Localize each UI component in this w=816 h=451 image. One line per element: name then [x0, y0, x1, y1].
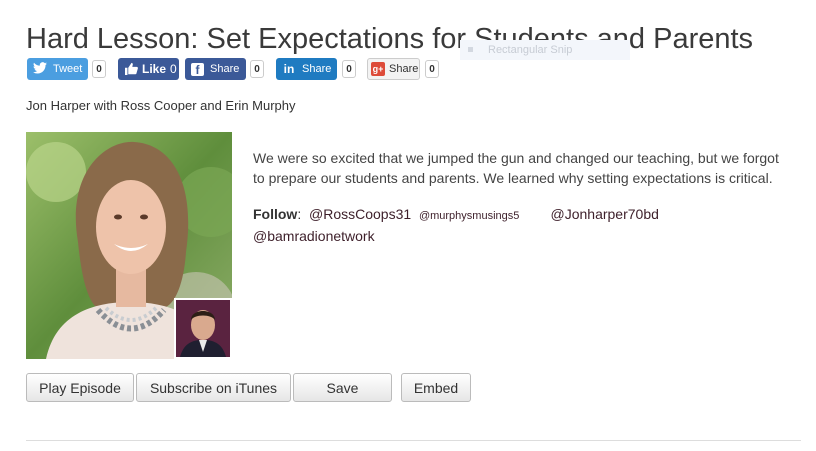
google-share-button[interactable]: g+ Share: [367, 58, 420, 80]
like-count: 0: [170, 62, 177, 76]
google-plus-icon: g+: [371, 62, 385, 76]
google-share-count: 0: [425, 60, 439, 78]
snip-icon: [468, 47, 473, 52]
facebook-like-button[interactable]: Like 0: [118, 58, 179, 80]
twitter-handle-link[interactable]: @bamradionetwork: [253, 228, 375, 244]
byline: Jon Harper with Ross Cooper and Erin Mur…: [26, 98, 296, 113]
follow-label: Follow: [253, 206, 298, 222]
follow-section: Follow: @RossCoops31 @murphysmusings5 @J…: [253, 204, 773, 246]
facebook-share-count: 0: [250, 60, 264, 78]
facebook-icon: f: [191, 62, 204, 77]
host-photo: [174, 298, 232, 359]
follow-colon: :: [297, 206, 302, 222]
rectangular-snip-overlay: Rectangular Snip: [460, 40, 630, 60]
linkedin-icon: in: [283, 62, 295, 76]
google-share-label: Share: [389, 63, 419, 75]
twitter-handle-link[interactable]: @Jonharper70bd: [551, 206, 659, 222]
embed-button[interactable]: Embed: [401, 373, 471, 402]
twitter-icon: [33, 62, 47, 76]
episode-description: We were so excited that we jumped the gu…: [253, 150, 779, 186]
tweet-button[interactable]: Tweet: [27, 58, 88, 80]
divider: [26, 440, 801, 441]
play-episode-button[interactable]: Play Episode: [26, 373, 134, 402]
twitter-handle-link[interactable]: @murphysmusings5: [419, 210, 519, 222]
subscribe-itunes-button[interactable]: Subscribe on iTunes: [136, 373, 291, 402]
page-title: Hard Lesson: Set Expectations for Studen…: [26, 23, 754, 56]
tweet-label: Tweet: [53, 63, 83, 75]
facebook-share-label: Share: [210, 63, 240, 75]
save-button[interactable]: Save: [293, 373, 392, 402]
linkedin-share-count: 0: [342, 60, 356, 78]
linkedin-share-button[interactable]: in Share: [276, 58, 337, 80]
snip-label: Rectangular Snip: [488, 44, 573, 56]
twitter-handle-link[interactable]: @RossCoops31: [309, 206, 411, 222]
linkedin-share-label: Share: [302, 63, 332, 75]
tweet-count: 0: [92, 60, 106, 78]
thumbs-up-icon: [124, 62, 138, 76]
like-label: Like: [142, 62, 167, 76]
facebook-share-button[interactable]: f Share: [185, 58, 246, 80]
